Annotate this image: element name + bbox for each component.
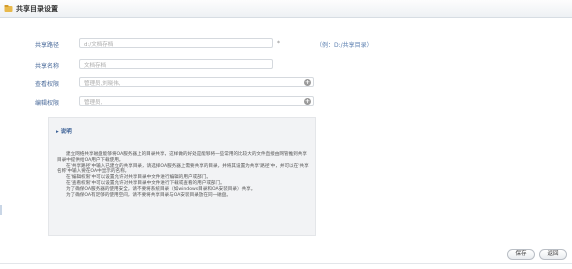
view-permission-placeholder: 管理员,刘晓伟, <box>84 81 121 87</box>
description-text: 建立网络共享磁盘能够将OA服务器上的目录共享，这样做的好处是能够将一些常用的比较… <box>57 152 309 198</box>
description-paragraph: 在'共享路径'中输入已建立的共享目录，请选择OA服务器上需要共享的目录，并将其设… <box>57 163 309 175</box>
share-name-label: 共享名称 <box>35 63 60 70</box>
share-path-example: （例：D:/共享目录） <box>316 42 373 49</box>
share-path-input[interactable]: d:/文档存档 <box>79 38 273 48</box>
add-edit-permission-icon[interactable]: + <box>304 98 311 105</box>
view-permission-label: 查看权限 <box>35 81 60 88</box>
page-title: 共享目录设置 <box>16 5 58 13</box>
edit-permission-input[interactable]: 管理员, + <box>79 96 314 106</box>
side-marker <box>0 205 2 215</box>
view-permission-input[interactable]: 管理员,刘晓伟, + <box>79 77 314 87</box>
required-mark: * <box>277 40 280 47</box>
page-header: 共享目录设置 <box>0 0 572 18</box>
edit-permission-label: 编辑权限 <box>35 100 60 107</box>
description-heading: ▸ 说明 <box>56 129 72 135</box>
save-button[interactable]: 保存 <box>507 249 535 260</box>
share-path-label: 共享路径 <box>35 42 60 49</box>
description-paragraph: 建立网络共享磁盘能够将OA服务器上的目录共享，这样做的好处是能够将一些常用的比较… <box>57 152 307 163</box>
folder-settings-icon <box>4 5 13 12</box>
bullet-arrow-icon: ▸ <box>56 129 59 135</box>
edit-permission-placeholder: 管理员, <box>84 100 103 106</box>
share-name-input[interactable]: 文档存档 <box>79 59 273 69</box>
share-name-value: 文档存档 <box>84 63 107 69</box>
back-button[interactable]: 返回 <box>539 249 567 260</box>
description-panel: ▸ 说明 建立网络共享磁盘能够将OA服务器上的目录共享，这样做的好处是能够将一些… <box>48 117 316 236</box>
description-paragraph: 为了确保OA有足够的使用空间，请不要将共享目录与OA安装目录放在同一磁盘。 <box>66 192 231 198</box>
share-path-value: d:/文档存档 <box>84 42 114 48</box>
add-view-permission-icon[interactable]: + <box>304 79 311 86</box>
bottom-divider <box>0 263 572 264</box>
